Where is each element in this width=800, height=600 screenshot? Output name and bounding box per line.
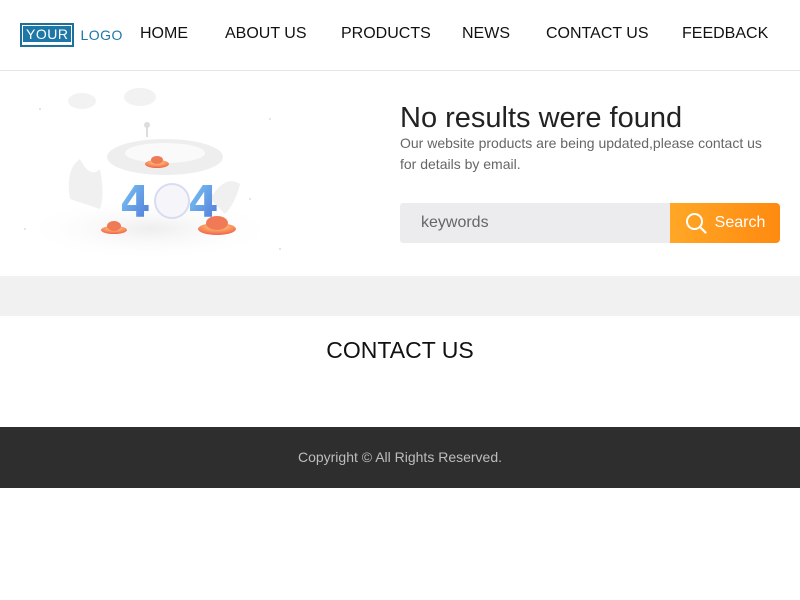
nav-item-products[interactable]: PRODUCTS: [341, 25, 431, 43]
svg-text:4: 4: [120, 177, 151, 228]
page-title: No results were found: [400, 102, 683, 134]
contact-us-heading: CONTACT US: [326, 337, 474, 363]
site-header: YOUR LOGO HOME ABOUT US PRODUCTS NEWS CO…: [0, 0, 800, 71]
page-description: Our website products are being updated,p…: [400, 135, 762, 172]
nav-item-feedback[interactable]: FEEDBACK: [682, 25, 768, 43]
404-illustration: 4 4: [20, 88, 281, 261]
search-button-label: Search: [714, 214, 766, 231]
main-nav: HOME ABOUT US PRODUCTS NEWS CONTACT US F…: [0, 0, 800, 70]
divider-band: [0, 276, 800, 316]
search-input[interactable]: [400, 203, 670, 243]
nav-item-home[interactable]: HOME: [140, 25, 188, 43]
site-footer: Copyright © All Rights Reserved.: [0, 427, 800, 488]
copyright-text: Copyright © All Rights Reserved.: [297, 449, 503, 465]
no-results-section: 4 4 No results were found Our website pr…: [0, 71, 800, 276]
search-button[interactable]: Search: [670, 203, 780, 243]
nav-item-news[interactable]: NEWS: [462, 25, 510, 43]
search-icon: [685, 213, 707, 234]
nav-item-contact-us[interactable]: CONTACT US: [546, 25, 649, 43]
nav-item-about-us[interactable]: ABOUT US: [225, 25, 307, 43]
